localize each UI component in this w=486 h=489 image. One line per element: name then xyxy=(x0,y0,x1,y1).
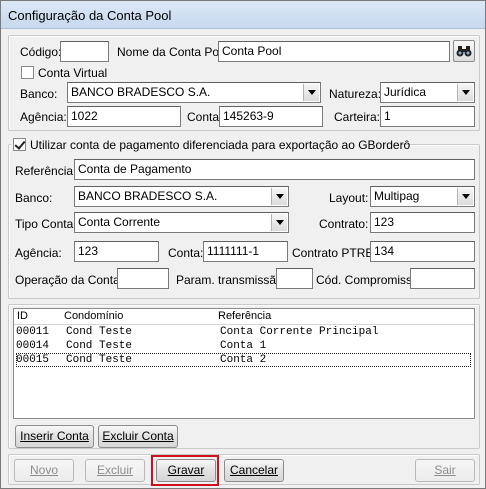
layout-select-value: Multipag xyxy=(374,189,420,203)
param-transmissao-label: Param. transmissão: xyxy=(176,273,287,287)
pagamento-group-label: Utilizar conta de pagamento diferenciada… xyxy=(30,138,411,152)
dialog-window: Configuração da Conta Pool Código: Nome … xyxy=(0,0,486,489)
gravar-button[interactable]: Gravar xyxy=(156,459,216,482)
excluir-label: Excluir xyxy=(96,463,133,477)
inserir-conta-label: Inserir Conta xyxy=(20,429,89,443)
gravar-label: Gravar xyxy=(167,463,205,477)
natureza-select[interactable]: Jurídica xyxy=(380,82,475,103)
tipo-conta-select[interactable]: Conta Corrente xyxy=(74,212,289,233)
row-id: 00011 xyxy=(16,326,50,338)
column-condominio[interactable]: Condomínio xyxy=(64,310,123,322)
referencia-label: Referência: xyxy=(15,164,77,178)
layout-label: Layout: xyxy=(329,191,369,205)
pagamento-group-header: Utilizar conta de pagamento diferenciada… xyxy=(11,137,410,153)
row-referencia: Conta 2 xyxy=(220,354,267,366)
cancelar-button[interactable]: Cancelar xyxy=(224,459,284,482)
row-condominio: Cond Teste xyxy=(66,354,133,366)
banco-select-value: BANCO BRADESCO S.A. xyxy=(71,85,211,99)
column-id[interactable]: ID xyxy=(17,310,28,322)
sair-button[interactable]: Sair xyxy=(415,459,475,482)
contrato-label: Contrato: xyxy=(319,217,369,231)
pag-agencia-label: Agência: xyxy=(15,246,62,260)
tipo-conta-select-value: Conta Corrente xyxy=(78,215,161,229)
sair-label: Sair xyxy=(434,463,456,477)
banco-select[interactable]: BANCO BRADESCO S.A. xyxy=(67,82,321,103)
banco-label: Banco: xyxy=(20,87,58,101)
excluir-conta-button[interactable]: Excluir Conta xyxy=(98,425,178,448)
codigo-field[interactable] xyxy=(60,41,109,62)
row-condominio: Cond Teste xyxy=(66,326,133,338)
chevron-down-icon[interactable] xyxy=(457,188,473,205)
list-header: ID Condomínio Referência xyxy=(14,309,474,325)
novo-label: Novo xyxy=(29,463,58,477)
param-transmissao-field[interactable] xyxy=(276,268,313,289)
pag-conta-field[interactable]: 1111111-1 xyxy=(203,241,288,262)
nome-field[interactable]: Conta Pool xyxy=(218,41,450,62)
agencia-field[interactable]: 1022 xyxy=(67,106,181,127)
row-condominio: Cond Teste xyxy=(66,340,133,352)
list-item-selected[interactable]: 00015 Cond Teste Conta 2 xyxy=(16,353,471,367)
conta-label: Conta: xyxy=(187,110,223,124)
title-bar[interactable]: Configuração da Conta Pool xyxy=(1,1,485,29)
cod-compromisso-field[interactable] xyxy=(410,268,475,289)
agencia-label: Agência: xyxy=(20,110,67,124)
cod-compromisso-label: Cód. Compromisso: xyxy=(316,273,423,287)
cancelar-label: Cancelar xyxy=(229,463,279,477)
novo-button[interactable]: Novo xyxy=(14,459,74,482)
list-item[interactable]: 00011 Cond Teste Conta Corrente Principa… xyxy=(16,325,471,339)
operacao-field[interactable] xyxy=(117,268,169,289)
excluir-conta-label: Excluir Conta xyxy=(102,429,174,443)
window-title: Configuração da Conta Pool xyxy=(8,8,172,23)
natureza-select-value: Jurídica xyxy=(384,85,427,99)
list-item[interactable]: 00014 Cond Teste Conta 1 xyxy=(16,339,471,353)
natureza-label: Natureza: xyxy=(329,87,382,101)
pag-banco-select[interactable]: BANCO BRADESCO S.A. xyxy=(74,186,289,207)
conta-field[interactable]: 145263-9 xyxy=(219,106,323,127)
contas-list[interactable]: ID Condomínio Referência 00011 Cond Test… xyxy=(13,308,475,419)
pag-banco-select-value: BANCO BRADESCO S.A. xyxy=(78,189,218,203)
layout-select[interactable]: Multipag xyxy=(370,186,475,207)
binoculars-icon xyxy=(456,46,472,57)
nome-label: Nome da Conta Pool: xyxy=(117,45,232,59)
inserir-conta-button[interactable]: Inserir Conta xyxy=(15,425,94,448)
column-referencia[interactable]: Referência xyxy=(218,310,271,322)
conta-virtual-label: Conta Virtual xyxy=(38,66,108,80)
contrato-ptrb-field[interactable]: 134 xyxy=(370,241,475,262)
codigo-label: Código: xyxy=(20,45,62,59)
tipo-conta-label: Tipo Conta: xyxy=(15,217,77,231)
row-referencia: Conta Corrente Principal xyxy=(220,326,379,338)
contrato-field[interactable]: 123 xyxy=(370,212,475,233)
chevron-down-icon[interactable] xyxy=(271,188,287,205)
excluir-button[interactable]: Excluir xyxy=(85,459,145,482)
carteira-field[interactable]: 1 xyxy=(380,106,475,127)
row-id: 00015 xyxy=(16,354,50,366)
pagamento-checkbox[interactable] xyxy=(13,138,26,151)
search-button[interactable] xyxy=(453,40,475,62)
referencia-field[interactable]: Conta de Pagamento xyxy=(74,159,475,180)
row-id: 00014 xyxy=(16,340,50,352)
carteira-label: Carteira: xyxy=(334,110,381,124)
pag-banco-label: Banco: xyxy=(15,191,53,205)
contrato-ptrb-label: Contrato PTRB: xyxy=(292,246,377,260)
operacao-label: Operação da Conta: xyxy=(15,273,124,287)
chevron-down-icon[interactable] xyxy=(271,214,287,231)
row-referencia: Conta 1 xyxy=(220,340,267,352)
pag-conta-label: Conta: xyxy=(168,246,204,260)
chevron-down-icon[interactable] xyxy=(457,84,473,101)
conta-virtual-checkbox[interactable] xyxy=(21,66,34,79)
pag-agencia-field[interactable]: 123 xyxy=(74,241,159,262)
chevron-down-icon[interactable] xyxy=(303,84,319,101)
